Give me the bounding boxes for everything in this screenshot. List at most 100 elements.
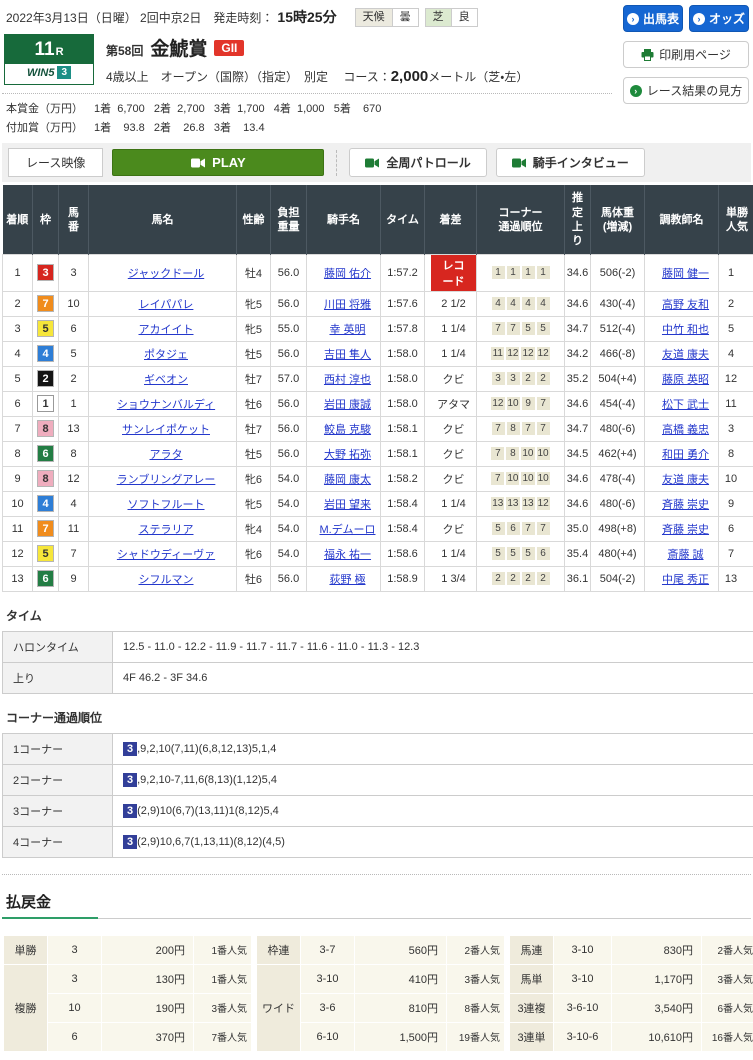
corner3-order: 3(2,9)10(6,7)(13,11)1(8,12)5,4 xyxy=(113,795,753,826)
jockey-link[interactable]: 福永 祐一 xyxy=(324,549,371,561)
horse-name-link[interactable]: サンレイポケット xyxy=(122,424,210,436)
start-time-value: 15時25分 xyxy=(277,7,336,27)
arrow-circle-icon: › xyxy=(693,13,705,25)
horse-name-link[interactable]: ソフトフルート xyxy=(128,499,205,511)
corner-position: 2 xyxy=(537,372,550,385)
jockey-cell: 川田 将雅 xyxy=(307,291,381,316)
horse-name-link[interactable]: ギベオン xyxy=(144,374,188,386)
horse-number: 7 xyxy=(59,541,89,566)
trainer-link[interactable]: 中尾 秀正 xyxy=(662,574,709,586)
turf-label: 芝 xyxy=(425,8,451,27)
jockey-link[interactable]: 藤岡 康太 xyxy=(324,474,371,486)
header-win-popularity: 単勝 人気 xyxy=(719,186,753,254)
jockey-link[interactable]: 川田 将雅 xyxy=(324,299,371,311)
jockey-link[interactable]: 幸 英明 xyxy=(329,324,365,336)
jockey-link[interactable]: M.デムーロ xyxy=(320,524,376,536)
corner-order-cell: 121097 xyxy=(477,391,565,416)
jockey-interview-button[interactable]: 騎手インタビュー xyxy=(496,148,645,177)
sex-age: 牡4 xyxy=(237,254,271,291)
horse-number: 3 xyxy=(59,254,89,291)
win-combination: 3 xyxy=(48,935,102,964)
horse-name-link[interactable]: アラタ xyxy=(150,449,183,461)
trainer-link[interactable]: 斉藤 崇史 xyxy=(662,524,709,536)
jockey-cell: 藤岡 康太 xyxy=(307,466,381,491)
jockey-link[interactable]: 吉田 隼人 xyxy=(324,349,371,361)
jockey-link[interactable]: 西村 淳也 xyxy=(324,374,371,386)
horse-name-link[interactable]: シャドウディーヴァ xyxy=(117,549,215,561)
trainer-cell: 中尾 秀正 xyxy=(645,566,719,591)
header-estimated-last3f: 推 定 上 り xyxy=(565,186,591,254)
margin-cell: クビ xyxy=(425,366,477,391)
trainer-link[interactable]: 友道 康夫 xyxy=(662,349,709,361)
place-amount: 190円 xyxy=(102,993,194,1022)
jockey-link[interactable]: 岩田 康誠 xyxy=(324,399,371,411)
frame-cell: 2 xyxy=(33,366,59,391)
horse-name-link[interactable]: ショウナンバルディ xyxy=(117,399,215,411)
corner-position: 7 xyxy=(491,472,504,485)
horse-name-link[interactable]: ステラリア xyxy=(139,524,194,536)
horse-name-link[interactable]: ポタジェ xyxy=(144,349,188,361)
corner-order-cell: 11121212 xyxy=(477,341,565,366)
horse-name-link[interactable]: ランブリングアレー xyxy=(117,474,216,486)
sex-age: 牝6 xyxy=(237,541,271,566)
header-action-buttons: › 出馬表 › オッズ 印刷用ページ › レース結果の見方 xyxy=(623,5,749,104)
trifecta-label: 3連単 xyxy=(510,1022,554,1051)
trainer-link[interactable]: 斎藤 誠 xyxy=(667,549,703,561)
trainer-link[interactable]: 和田 勇介 xyxy=(662,449,709,461)
horse-weight: 512(-4) xyxy=(591,316,645,341)
horse-name-link[interactable]: シフルマン xyxy=(139,574,194,586)
winner-number-chip: 3 xyxy=(123,804,137,818)
corner-order-cell: 5556 xyxy=(477,541,565,566)
odds-button[interactable]: › オッズ xyxy=(689,5,749,32)
jockey-link[interactable]: 荻野 極 xyxy=(329,574,365,586)
corner-position: 10 xyxy=(537,447,550,460)
frame-cell: 6 xyxy=(33,566,59,591)
trainer-link[interactable]: 松下 武士 xyxy=(662,399,709,411)
trainer-link[interactable]: 斉藤 崇史 xyxy=(662,499,709,511)
corner-row: 1コーナー 3,9,2,10(7,11)(6,8,12,13)5,1,4 xyxy=(3,733,753,764)
frame-number-chip: 7 xyxy=(37,295,54,312)
corner-position: 3 xyxy=(492,372,505,385)
place-popularity: 7番人気 xyxy=(194,1022,252,1051)
patrol-video-button[interactable]: 全周パトロール xyxy=(349,148,486,177)
trainer-link[interactable]: 中竹 和也 xyxy=(662,324,709,336)
jockey-link[interactable]: 岩田 望来 xyxy=(324,499,371,511)
jockey-cell: 藤岡 佑介 xyxy=(307,254,381,291)
trainer-link[interactable]: 高橋 義忠 xyxy=(662,424,709,436)
carried-weight: 55.0 xyxy=(271,316,307,341)
corner-position: 4 xyxy=(522,297,535,310)
corner-position: 5 xyxy=(507,547,520,560)
margin-cell: 1 1/4 xyxy=(425,541,477,566)
margin-value: クビ xyxy=(443,424,465,436)
exacta-row: 馬単 3-10 1,170円 3番人気 xyxy=(510,964,753,993)
trainer-link[interactable]: 藤原 英昭 xyxy=(662,374,709,386)
place-combination: 10 xyxy=(48,993,102,1022)
winner-number-chip: 3 xyxy=(123,773,137,787)
jockey-cell: 鮫島 克駿 xyxy=(307,416,381,441)
trifecta-amount: 10,610円 xyxy=(612,1022,702,1051)
result-row: 12 5 7 シャドウディーヴァ 牝6 54.0 福永 祐一 1:58.6 1 … xyxy=(3,541,753,566)
trainer-link[interactable]: 高野 友和 xyxy=(662,299,709,311)
trainer-link[interactable]: 友道 康夫 xyxy=(662,474,709,486)
jockey-link[interactable]: 藤岡 佑介 xyxy=(324,268,371,280)
trainer-link[interactable]: 藤岡 健一 xyxy=(662,268,709,280)
trio-amount: 3,540円 xyxy=(612,993,702,1022)
wide-popularity: 3番人気 xyxy=(447,964,505,993)
jockey-link[interactable]: 大野 拓弥 xyxy=(324,449,371,461)
sex-age: 牝5 xyxy=(237,491,271,516)
entry-table-button[interactable]: › 出馬表 xyxy=(623,5,683,32)
carried-weight: 56.0 xyxy=(271,391,307,416)
jockey-link[interactable]: 鮫島 克駿 xyxy=(324,424,371,436)
result-guide-button[interactable]: › レース結果の見方 xyxy=(623,77,749,104)
frame-cell: 3 xyxy=(33,254,59,291)
estimated-last3f: 34.7 xyxy=(565,316,591,341)
play-button[interactable]: PLAY xyxy=(112,149,324,176)
patrol-video-label: 全周パトロール xyxy=(386,154,470,171)
quinella-amount: 830円 xyxy=(612,935,702,964)
horse-name-link[interactable]: ジャックドール xyxy=(128,268,204,280)
horse-name-link[interactable]: アカイイト xyxy=(139,324,194,336)
frame-number-chip: 4 xyxy=(37,345,54,362)
exacta-label: 馬単 xyxy=(510,964,554,993)
horse-name-link[interactable]: レイパパレ xyxy=(139,299,194,311)
print-page-button[interactable]: 印刷用ページ xyxy=(623,41,749,68)
